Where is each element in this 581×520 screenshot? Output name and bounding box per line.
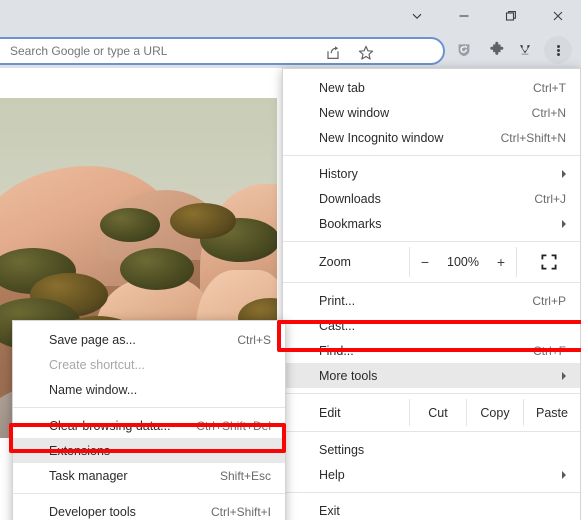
- menu-separator: [283, 492, 580, 493]
- chevron-right-icon: [562, 470, 566, 479]
- address-bar[interactable]: [0, 37, 445, 65]
- browser-toolbar: [0, 32, 581, 68]
- more-tools-submenu: Save page as... Ctrl+S Create shortcut..…: [12, 320, 286, 520]
- menu-separator: [283, 431, 580, 432]
- chevron-right-icon: [562, 371, 566, 380]
- menu-item-find[interactable]: Find... Ctrl+F: [283, 338, 580, 363]
- menu-label: Clear browsing data...: [49, 418, 171, 433]
- menu-item-print[interactable]: Print... Ctrl+P: [283, 288, 580, 313]
- menu-accel: Ctrl+F: [533, 343, 566, 358]
- menu-accel: Ctrl+Shift+N: [500, 130, 566, 145]
- menu-row-edit: Edit Cut Copy Paste: [283, 399, 580, 426]
- zoom-label: Zoom: [319, 255, 351, 269]
- menu-label: More tools: [319, 368, 378, 383]
- menu-label: Name window...: [49, 382, 138, 397]
- menu-label: Task manager: [49, 468, 128, 483]
- menu-label: Exit: [319, 503, 340, 518]
- menu-accel: Ctrl+Shift+Del: [196, 418, 271, 433]
- submenu-item-extensions[interactable]: Extensions: [13, 438, 285, 463]
- menu-label: Extensions: [49, 443, 111, 458]
- menu-item-exit[interactable]: Exit: [283, 498, 580, 520]
- menu-item-new-incognito-window[interactable]: New Incognito window Ctrl+Shift+N: [283, 125, 580, 150]
- bookmark-star-icon[interactable]: [357, 44, 375, 62]
- three-dot-menu-icon[interactable]: [544, 36, 572, 64]
- edit-copy-button[interactable]: Copy: [466, 399, 523, 426]
- submenu-item-clear-browsing-data[interactable]: Clear browsing data... Ctrl+Shift+Del: [13, 413, 285, 438]
- submenu-item-name-window[interactable]: Name window...: [13, 377, 285, 402]
- menu-label: Print...: [319, 293, 356, 308]
- menu-separator: [13, 493, 285, 494]
- window-title-bar: [0, 0, 581, 32]
- menu-dot: [556, 48, 560, 52]
- download-extension-icon[interactable]: [513, 38, 537, 62]
- zoom-out-button[interactable]: −: [419, 254, 431, 270]
- menu-label: New tab: [319, 80, 365, 95]
- photo-bush: [100, 208, 160, 242]
- menu-row-zoom: Zoom − 100% +: [283, 247, 580, 277]
- menu-separator: [13, 407, 285, 408]
- chrome-main-menu: New tab Ctrl+T New window Ctrl+N New Inc…: [282, 68, 581, 520]
- maximize-restore-button[interactable]: [487, 0, 534, 32]
- zoom-controls: − 100% +: [409, 247, 516, 277]
- menu-dot: [556, 44, 560, 48]
- zoom-level-value: 100%: [447, 255, 479, 269]
- tab-search-chevron-down-icon[interactable]: [393, 0, 440, 32]
- menu-label: Save page as...: [49, 332, 136, 347]
- edit-cut-button[interactable]: Cut: [409, 399, 466, 426]
- menu-separator: [283, 241, 580, 242]
- minimize-button[interactable]: [440, 0, 487, 32]
- menu-label: Help: [319, 467, 345, 482]
- menu-accel: Ctrl+P: [532, 293, 566, 308]
- menu-item-cast[interactable]: Cast...: [283, 313, 580, 338]
- menu-accel: Ctrl+J: [534, 191, 566, 206]
- omnibox-input[interactable]: [8, 42, 308, 60]
- menu-label: History: [319, 166, 358, 181]
- submenu-item-task-manager[interactable]: Task manager Shift+Esc: [13, 463, 285, 488]
- menu-item-more-tools[interactable]: More tools: [283, 363, 580, 388]
- menu-label: Settings: [319, 442, 365, 457]
- menu-label: Find...: [319, 343, 354, 358]
- menu-item-history[interactable]: History: [283, 161, 580, 186]
- menu-accel: Ctrl+T: [533, 80, 566, 95]
- chevron-right-icon: [562, 219, 566, 228]
- edit-label: Edit: [319, 405, 341, 420]
- menu-item-new-tab[interactable]: New tab Ctrl+T: [283, 75, 580, 100]
- edit-paste-button[interactable]: Paste: [523, 399, 580, 426]
- submenu-item-developer-tools[interactable]: Developer tools Ctrl+Shift+I: [13, 499, 285, 520]
- menu-separator: [283, 282, 580, 283]
- menu-item-downloads[interactable]: Downloads Ctrl+J: [283, 186, 580, 211]
- menu-label: Create shortcut...: [49, 357, 145, 372]
- submenu-item-create-shortcut: Create shortcut...: [13, 352, 285, 377]
- zoom-in-button[interactable]: +: [495, 254, 507, 270]
- menu-item-new-window[interactable]: New window Ctrl+N: [283, 100, 580, 125]
- menu-label: New window: [319, 105, 390, 120]
- fullscreen-icon[interactable]: [516, 247, 580, 277]
- menu-accel: Shift+Esc: [219, 468, 271, 483]
- menu-separator: [283, 393, 580, 394]
- menu-label: New Incognito window: [319, 130, 444, 145]
- menu-item-bookmarks[interactable]: Bookmarks: [283, 211, 580, 236]
- submenu-item-save-page-as[interactable]: Save page as... Ctrl+S: [13, 327, 285, 352]
- menu-separator: [283, 155, 580, 156]
- menu-label: Downloads: [319, 191, 381, 206]
- share-icon[interactable]: [324, 44, 342, 62]
- photo-bush: [120, 248, 194, 290]
- menu-label: Bookmarks: [319, 216, 382, 231]
- close-button[interactable]: [534, 0, 581, 32]
- menu-accel: Ctrl+S: [237, 332, 271, 347]
- puzzle-extensions-icon[interactable]: [485, 38, 509, 62]
- window-controls: [393, 0, 581, 32]
- menu-accel: Ctrl+N: [531, 105, 566, 120]
- menu-label: Developer tools: [49, 504, 136, 519]
- menu-item-help[interactable]: Help: [283, 462, 580, 487]
- menu-item-settings[interactable]: Settings: [283, 437, 580, 462]
- menu-label: Cast...: [319, 318, 356, 333]
- menu-accel: Ctrl+Shift+I: [210, 504, 271, 519]
- menu-dot: [556, 52, 560, 56]
- chevron-right-icon: [562, 169, 566, 178]
- shield-extension-icon[interactable]: [452, 38, 476, 62]
- photo-bush: [170, 203, 236, 239]
